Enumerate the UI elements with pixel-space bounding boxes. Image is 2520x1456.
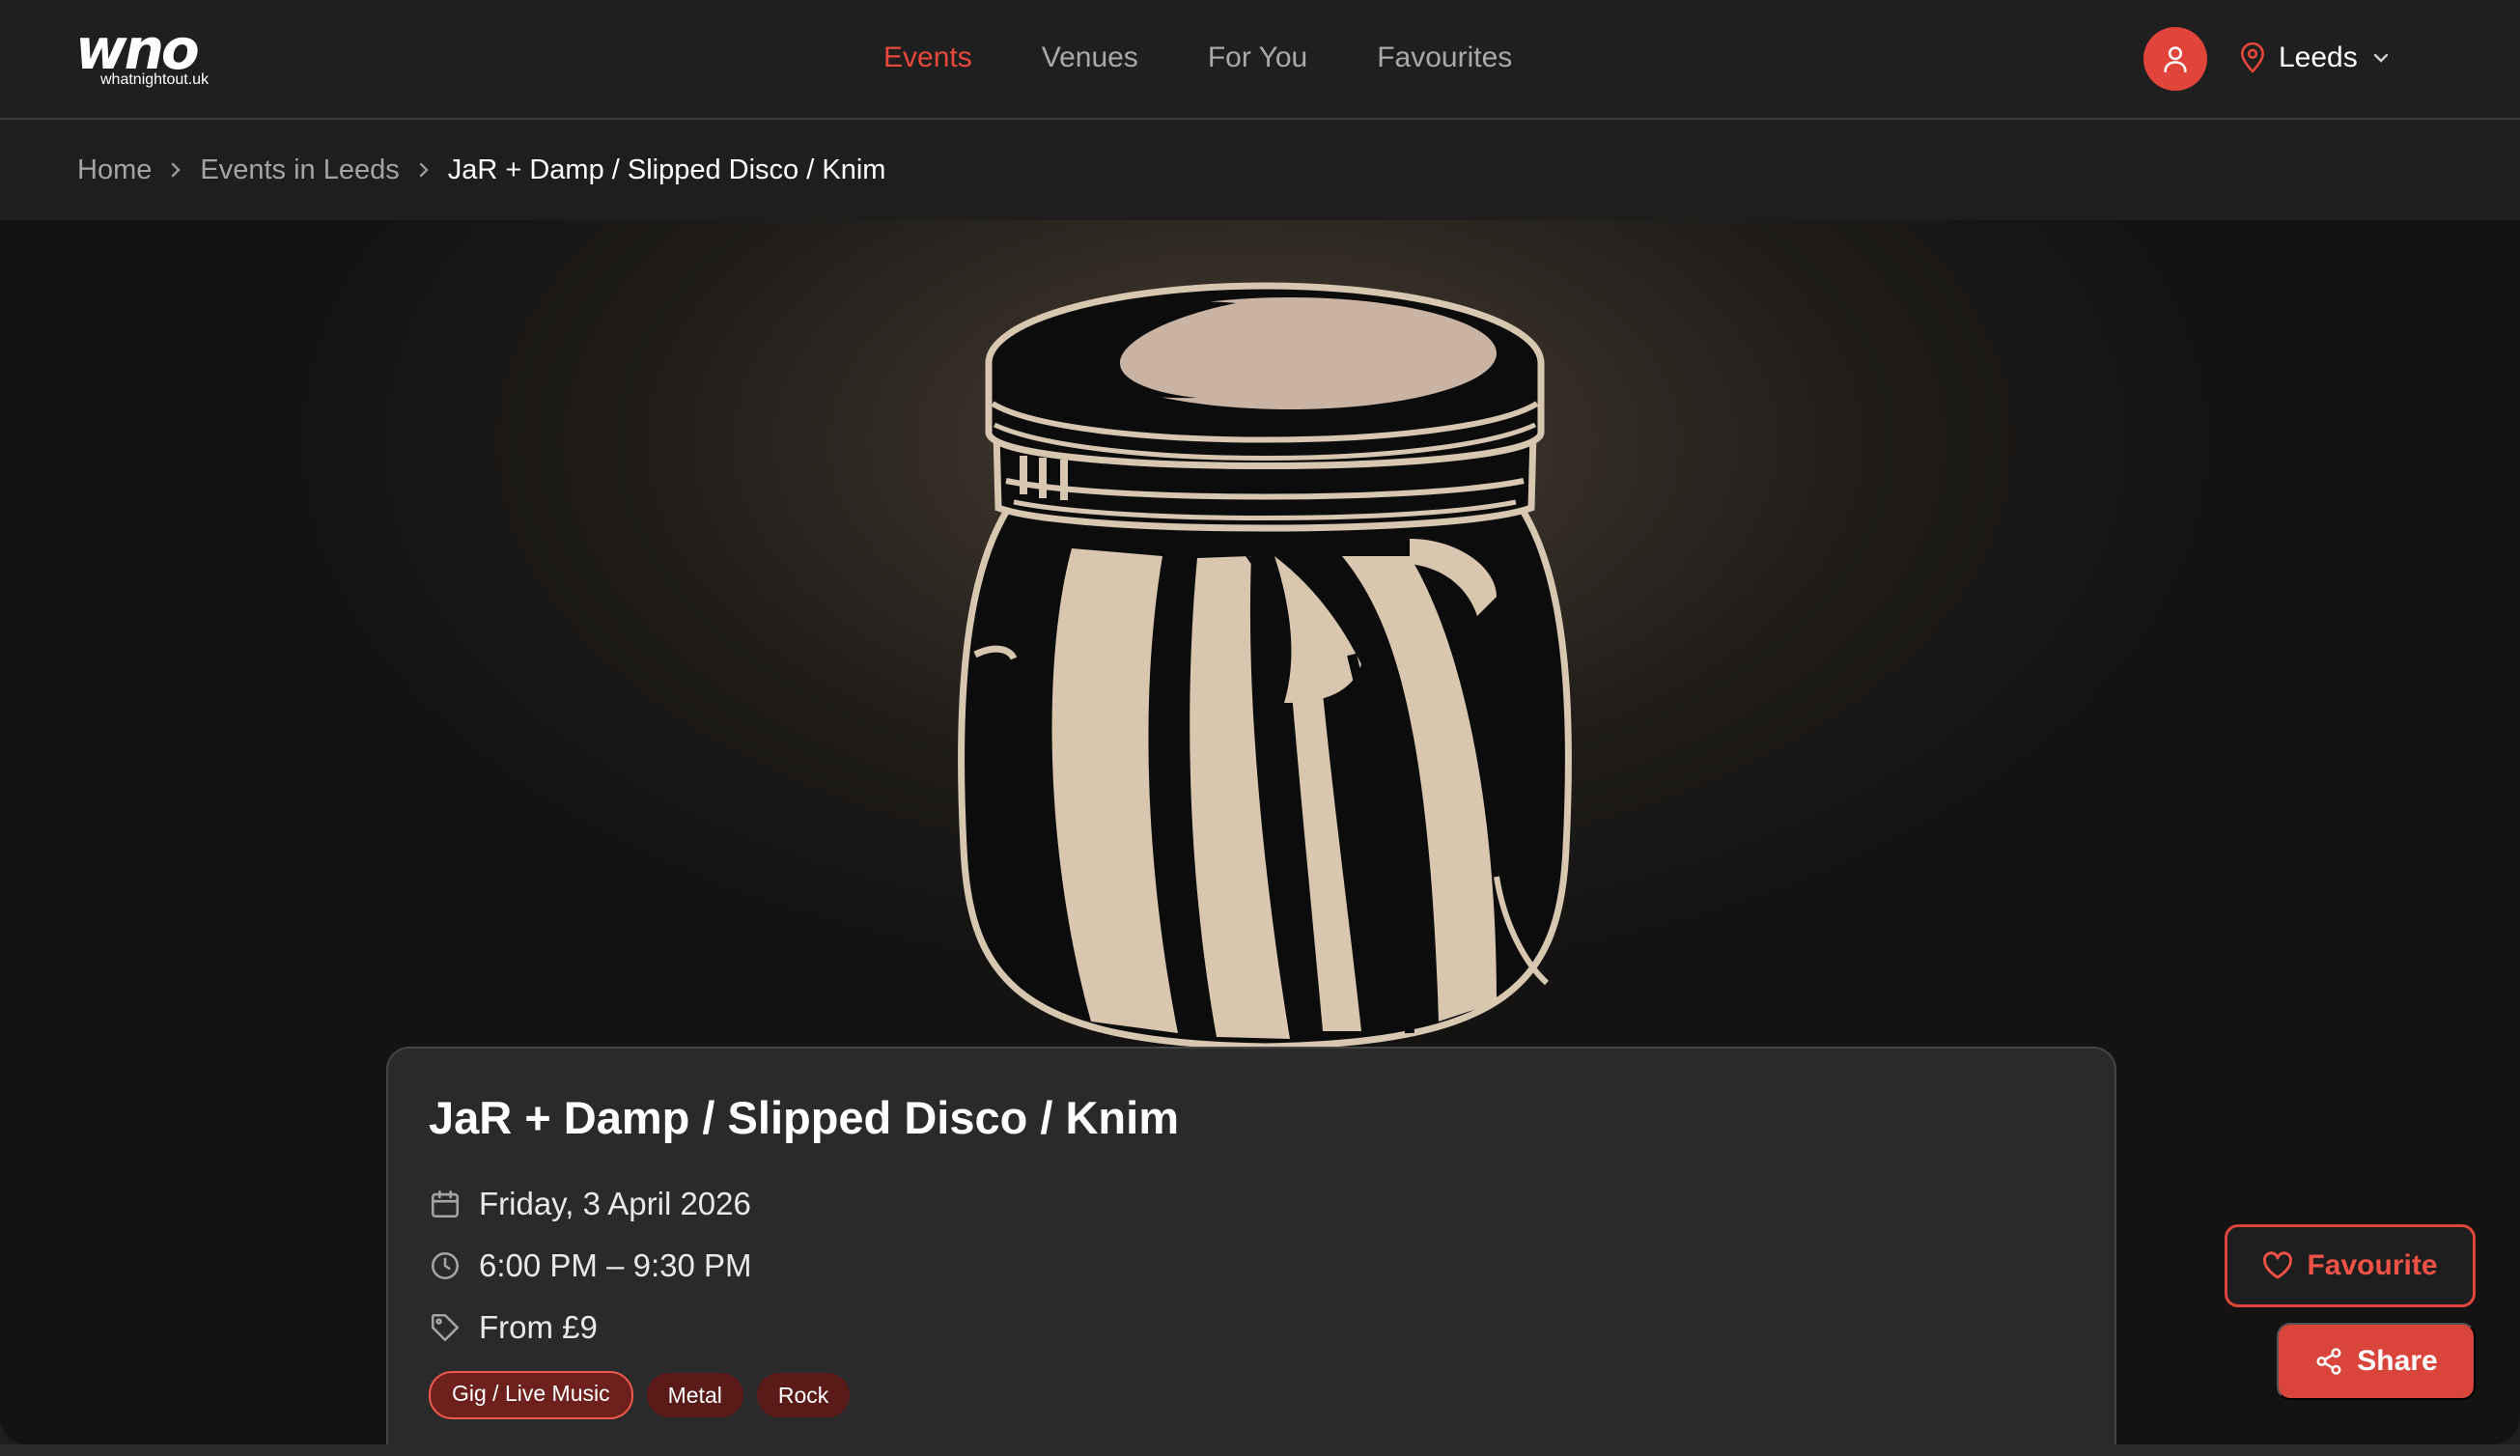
logo-mark: wno: [75, 16, 200, 82]
breadcrumb-events-in-leeds[interactable]: Events in Leeds: [200, 154, 399, 186]
share-icon: [2316, 1348, 2341, 1375]
event-info-card: JaR + Damp / Slipped Disco / Knim Friday…: [386, 1047, 2116, 1456]
event-price: From £9: [479, 1309, 598, 1345]
favourite-label: Favourite: [2307, 1249, 2438, 1281]
location-label: Leeds: [2279, 42, 2358, 73]
heart-icon: [2263, 1251, 2293, 1279]
chevron-right-icon: [417, 159, 431, 181]
nav-link-for-you[interactable]: For You: [1208, 37, 1307, 79]
calendar-icon: [431, 1190, 460, 1218]
chevron-right-icon: [169, 159, 182, 181]
location-selector[interactable]: Leeds: [2240, 37, 2391, 79]
event-price-row: From £9: [429, 1303, 598, 1352]
map-pin-icon: [2241, 42, 2264, 73]
event-title: JaR + Damp / Slipped Disco / Knim: [429, 1092, 1179, 1143]
tag-gig-live-music[interactable]: Gig / Live Music: [429, 1371, 633, 1419]
top-navbar: wno whatnightout.uk Events Venues For Yo…: [0, 0, 2520, 120]
tag-icon: [431, 1313, 460, 1342]
event-time: 6:00 PM – 9:30 PM: [479, 1247, 752, 1283]
event-date-row: Friday, 3 April 2026: [429, 1180, 751, 1228]
nav-link-venues[interactable]: Venues: [1042, 37, 1138, 79]
share-button[interactable]: Share: [2277, 1323, 2476, 1400]
tag-metal[interactable]: Metal: [646, 1373, 743, 1417]
event-date: Friday, 3 April 2026: [479, 1186, 751, 1221]
nav-link-events[interactable]: Events: [883, 37, 972, 79]
event-time-row: 6:00 PM – 9:30 PM: [429, 1242, 751, 1290]
breadcrumb-home[interactable]: Home: [77, 154, 152, 186]
clock-icon: [431, 1251, 460, 1280]
breadcrumb: Home Events in Leeds JaR + Damp / Slippe…: [77, 149, 885, 191]
logo-subtitle: whatnightout.uk: [100, 71, 210, 88]
share-label: Share: [2357, 1345, 2438, 1377]
nav-link-favourites[interactable]: Favourites: [1377, 37, 1512, 79]
event-tags: Gig / Live Music Metal Rock: [429, 1371, 851, 1419]
logo[interactable]: wno whatnightout.uk: [75, 21, 243, 93]
chevron-down-icon: [2373, 53, 2388, 63]
event-artwork: [958, 282, 1572, 1050]
tag-rock[interactable]: Rock: [756, 1373, 851, 1417]
favourite-button[interactable]: Favourite: [2225, 1224, 2476, 1307]
main-nav: Events Venues For You Favourites: [883, 37, 1512, 79]
page-bottom-edge: [0, 1444, 2520, 1456]
user-icon: [2164, 46, 2187, 72]
account-button[interactable]: [2143, 27, 2207, 91]
breadcrumb-current: JaR + Damp / Slipped Disco / Knim: [447, 154, 886, 185]
